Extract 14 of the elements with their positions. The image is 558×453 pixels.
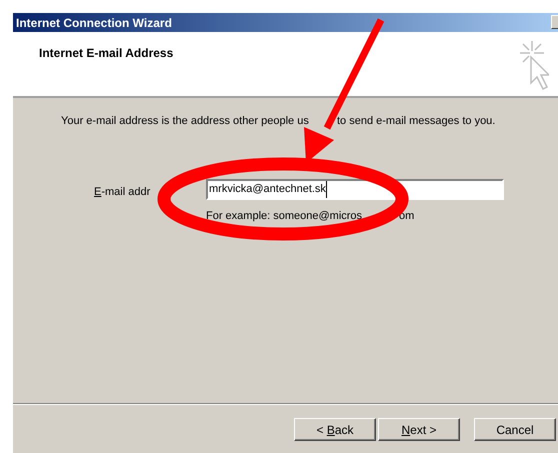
close-button[interactable] xyxy=(551,15,558,29)
window-title: Internet Connection Wizard xyxy=(16,14,172,32)
email-input-field[interactable]: mrkvicka@antechnet.sk xyxy=(206,179,504,200)
dialog-button[interactable]: Cancel xyxy=(474,418,556,441)
dialog-button[interactable]: < Back xyxy=(294,418,376,441)
email-value: mrkvicka@antechnet.sk xyxy=(209,181,327,198)
description-text: to send e-mail messages to you. xyxy=(337,114,496,129)
header-title: Internet E-mail Address xyxy=(39,45,174,62)
cursor-sparkle-icon xyxy=(517,39,549,93)
description-text: Your e-mail address is the address other people us xyxy=(61,114,309,129)
example-text: om xyxy=(399,209,414,224)
dialog-button[interactable]: Next > xyxy=(378,418,460,441)
email-label: E-mail addr xyxy=(94,185,150,200)
example-text: For example: someone@micros xyxy=(206,209,362,224)
